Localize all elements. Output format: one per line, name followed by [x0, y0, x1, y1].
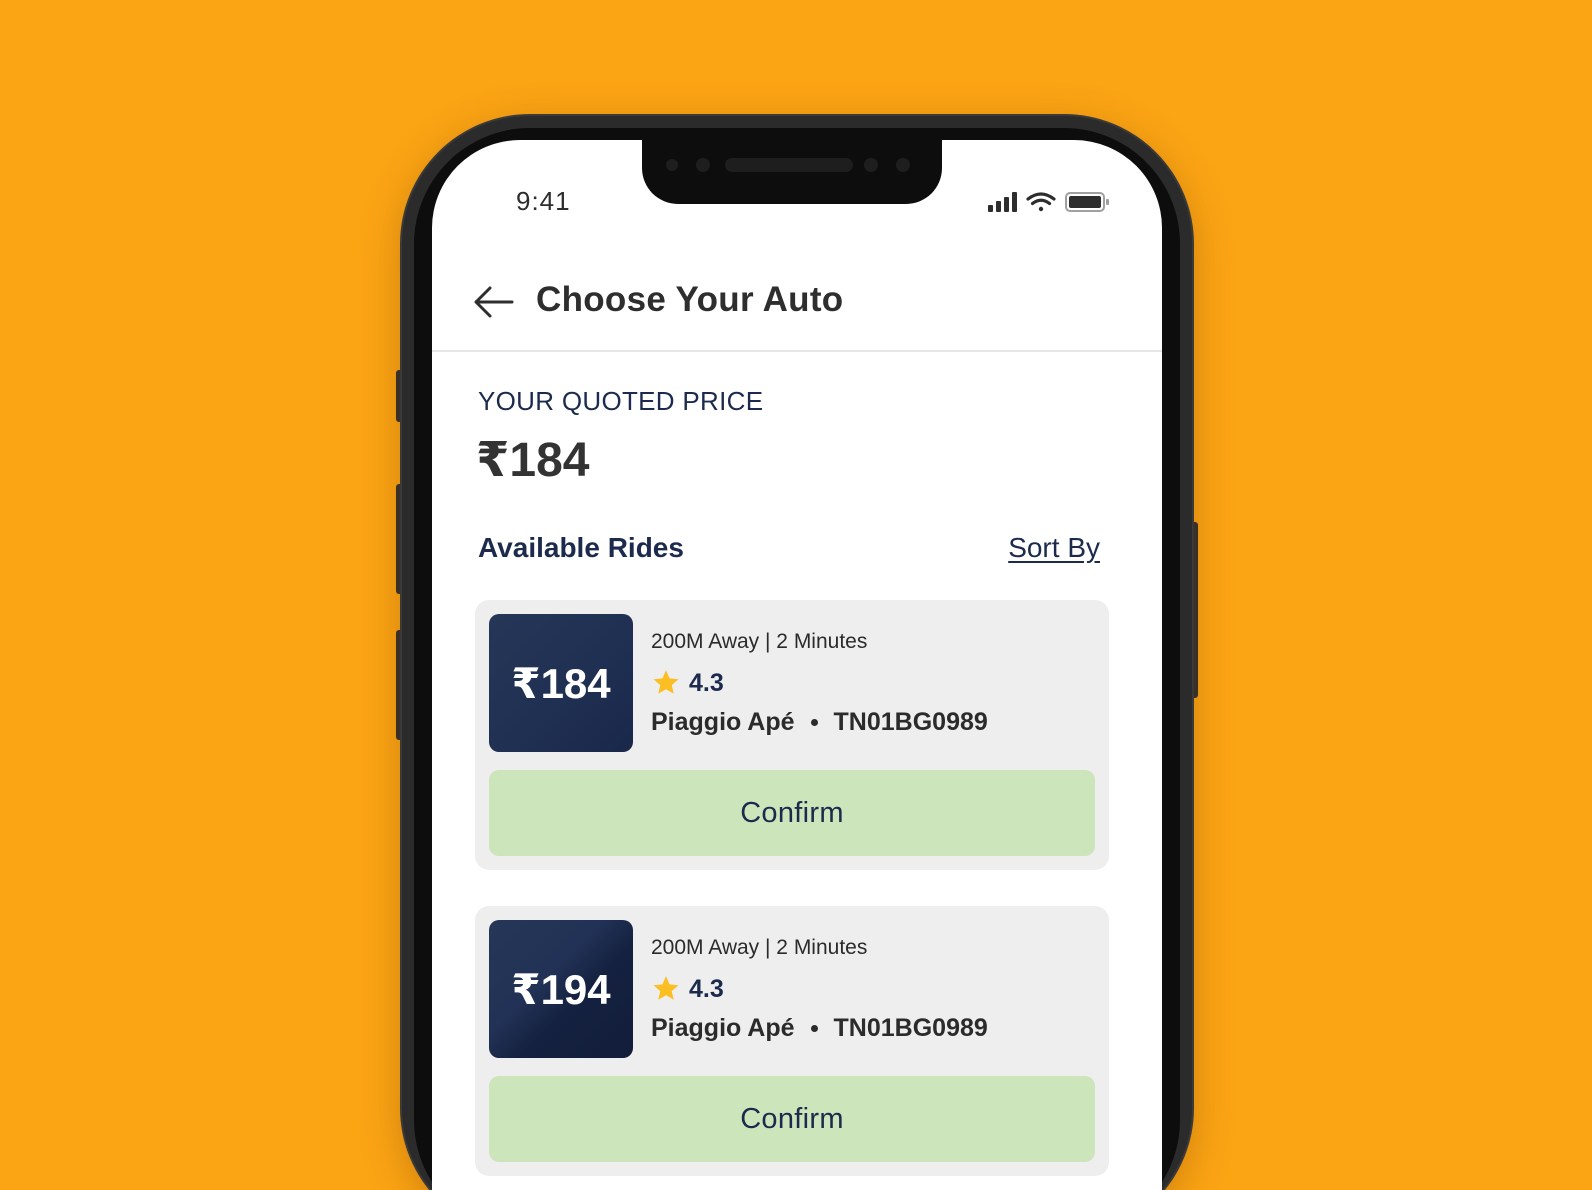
ride-card: ₹184 200M Away | 2 Minutes 4.3 Piaggio A… [475, 600, 1109, 870]
star-icon [653, 976, 679, 1000]
front-sensor [896, 158, 910, 172]
status-icons [988, 190, 1118, 214]
vehicle-info: Piaggio Apé TN01BG0989 [651, 708, 988, 737]
driver-rating: 4.3 [651, 668, 724, 698]
earpiece-speaker [725, 158, 853, 172]
front-sensor [666, 159, 678, 171]
vehicle-plate: TN01BG0989 [833, 1014, 988, 1042]
ride-price-tile: ₹194 [489, 920, 633, 1058]
ride-card: ₹194 200M Away | 2 Minutes 4.3 Piaggio A… [475, 906, 1109, 1176]
ride-distance-time: 200M Away | 2 Minutes [651, 630, 868, 653]
arrow-left-icon[interactable] [474, 286, 514, 318]
vehicle-info: Piaggio Apé TN01BG0989 [651, 1014, 988, 1043]
phone-notch [642, 140, 942, 204]
wifi-icon [1026, 192, 1056, 212]
page-title: Choose Your Auto [536, 280, 844, 319]
rating-value: 4.3 [689, 668, 724, 697]
sort-by-link[interactable]: Sort By [1008, 532, 1100, 564]
quoted-price-label: YOUR QUOTED PRICE [478, 386, 764, 416]
vehicle-model: Piaggio Apé [651, 708, 795, 736]
status-time: 9:41 [516, 186, 571, 216]
ride-price-tile: ₹184 [489, 614, 633, 752]
vehicle-plate: TN01BG0989 [833, 708, 988, 736]
front-sensor [864, 158, 878, 172]
app-header: Choose Your Auto [432, 258, 1162, 352]
phone-screen: 9:41 Choose Your Auto YOUR QUOTED PRICE … [432, 140, 1162, 1190]
available-rides-title: Available Rides [478, 532, 684, 563]
marketing-stage: 9:41 Choose Your Auto YOUR QUOTED PRICE … [0, 0, 1592, 1190]
vehicle-model: Piaggio Apé [651, 1014, 795, 1042]
battery-icon [1065, 192, 1109, 212]
driver-rating: 4.3 [651, 974, 724, 1004]
signal-icon [988, 192, 1017, 212]
ride-distance-time: 200M Away | 2 Minutes [651, 936, 868, 959]
quoted-price-value: ₹184 [476, 434, 590, 487]
front-camera [696, 158, 710, 172]
confirm-button[interactable]: Confirm [489, 1076, 1095, 1162]
rating-value: 4.3 [689, 974, 724, 1003]
confirm-button[interactable]: Confirm [489, 770, 1095, 856]
separator-dot [810, 1025, 818, 1032]
star-icon [653, 670, 679, 694]
separator-dot [810, 719, 818, 726]
